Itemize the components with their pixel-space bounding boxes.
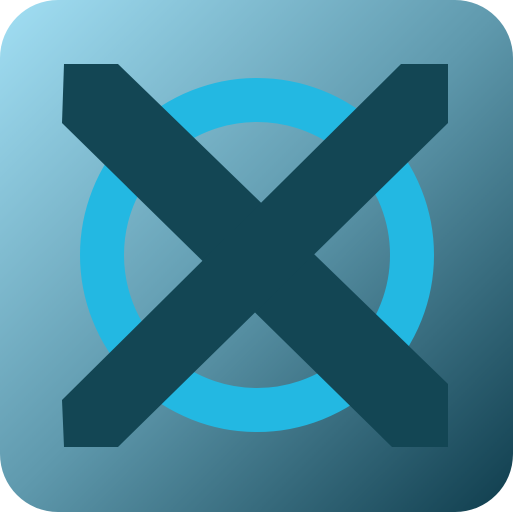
x-over-ring-icon [0, 0, 513, 512]
app-icon[interactable] [0, 0, 513, 512]
